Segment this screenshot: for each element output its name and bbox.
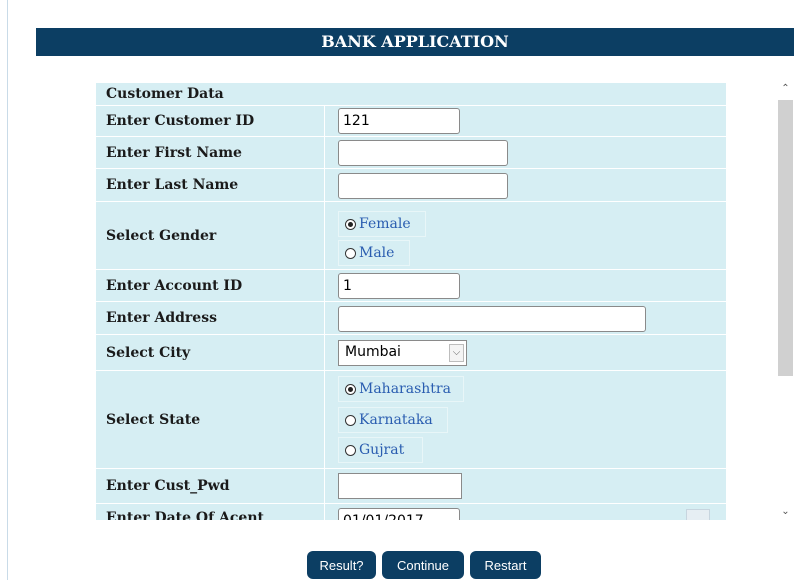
address-input[interactable]	[338, 306, 646, 332]
city-row: Select City Mumbai ⌵	[96, 335, 726, 370]
radio-unchecked-icon[interactable]	[345, 444, 356, 456]
password-label: Enter Cust_Pwd	[96, 469, 324, 503]
radio-unchecked-icon[interactable]	[345, 247, 356, 259]
restart-button[interactable]: Restart	[470, 551, 541, 579]
scrollbar-thumb[interactable]	[778, 100, 793, 376]
account-id-label: Enter Account ID	[96, 270, 324, 301]
state-karnataka-option[interactable]: Karnataka	[338, 407, 448, 433]
customer-id-row: Enter Customer ID 121	[96, 106, 726, 136]
last-name-input[interactable]	[338, 173, 508, 199]
page-title: BANK APPLICATION	[36, 28, 794, 56]
state-maharashtra-label: Maharashtra	[359, 381, 451, 397]
scroll-down-icon[interactable]: ⌄	[777, 503, 794, 520]
last-name-label: Enter Last Name	[96, 169, 324, 201]
state-gujrat-label: Gujrat	[359, 442, 405, 458]
opening-date-label: Enter Date Of Acent Opening	[96, 504, 324, 520]
result-button[interactable]: Result?	[307, 551, 376, 579]
continue-button[interactable]: Continue	[382, 551, 464, 579]
state-karnataka-label: Karnataka	[359, 412, 433, 428]
state-maharashtra-option[interactable]: Maharashtra	[338, 376, 464, 402]
left-border	[7, 0, 8, 580]
radio-unchecked-icon[interactable]	[345, 414, 356, 426]
first-name-label: Enter First Name	[96, 137, 324, 168]
customer-id-input[interactable]: 121	[338, 108, 460, 134]
vertical-scrollbar[interactable]: ⌃ ⌄	[777, 80, 794, 520]
gender-male-label: Male	[359, 245, 395, 261]
form-scroll-frame[interactable]: Customer Data Enter Customer ID 121 Ente…	[96, 80, 776, 520]
first-name-row: Enter First Name	[96, 137, 726, 168]
address-row: Enter Address	[96, 302, 726, 334]
radio-checked-icon[interactable]	[345, 383, 356, 395]
scroll-up-icon[interactable]: ⌃	[777, 80, 794, 97]
password-input[interactable]	[338, 473, 462, 499]
state-label: Select State	[96, 371, 324, 468]
gender-female-option[interactable]: Female	[338, 211, 426, 237]
address-label: Enter Address	[96, 302, 324, 334]
calendar-icon[interactable]	[686, 509, 710, 520]
city-label: Select City	[96, 335, 324, 370]
account-id-row: Enter Account ID 1	[96, 270, 726, 301]
last-name-row: Enter Last Name	[96, 169, 726, 201]
state-gujrat-option[interactable]: Gujrat	[338, 437, 423, 463]
city-select[interactable]: Mumbai ⌵	[338, 340, 467, 366]
section-row: Customer Data	[96, 83, 726, 105]
radio-checked-icon[interactable]	[345, 218, 356, 230]
section-title: Customer Data	[106, 86, 224, 102]
gender-row: Select Gender Female Male	[96, 202, 726, 269]
gender-male-option[interactable]: Male	[338, 240, 410, 266]
opening-date-input[interactable]: 01/01/2017	[338, 508, 460, 520]
chevron-down-icon[interactable]: ⌵	[449, 344, 464, 362]
customer-id-label: Enter Customer ID	[96, 106, 324, 136]
opening-date-row: Enter Date Of Acent Opening 01/01/2017	[96, 504, 726, 520]
first-name-input[interactable]	[338, 140, 508, 166]
account-id-input[interactable]: 1	[338, 273, 460, 299]
city-selected-value: Mumbai	[345, 344, 401, 360]
gender-label: Select Gender	[96, 202, 324, 269]
state-row: Select State Maharashtra Karnataka Gujra…	[96, 371, 726, 468]
password-row: Enter Cust_Pwd	[96, 469, 726, 503]
gender-female-label: Female	[359, 216, 411, 232]
